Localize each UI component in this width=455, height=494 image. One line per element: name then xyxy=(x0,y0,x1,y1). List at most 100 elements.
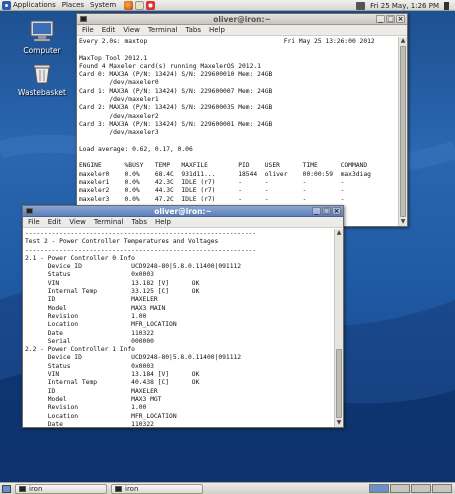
scrollbar-thumb[interactable] xyxy=(400,46,406,217)
terminal-line: ID MAXELER xyxy=(25,387,158,395)
window-titlebar[interactable]: oliver@iron:~ _ □ × xyxy=(77,14,407,25)
terminal-line: maxeler0 0.0% 68.4C 931d11... 18544 oliv… xyxy=(79,170,371,178)
workspace-3[interactable] xyxy=(411,484,431,493)
menu-edit[interactable]: Edit xyxy=(102,26,116,34)
window-titlebar[interactable]: oliver@iron:~ _ □ × xyxy=(23,206,343,217)
window-menubar: File Edit View Terminal Tabs Help xyxy=(23,217,343,228)
terminal-line: Internal Temp 33.125 [C] OK xyxy=(25,288,200,296)
close-button[interactable]: × xyxy=(396,15,405,23)
terminal-line: Model MAX3 MAIN xyxy=(25,304,166,312)
terminal-line: ENGINE %BUSY TEMP MAXFILE PID USER TIME … xyxy=(79,162,368,170)
taskbar-item[interactable]: iron xyxy=(111,483,203,494)
terminal-line: ID MAXELER xyxy=(25,296,158,304)
terminal-icon xyxy=(115,485,122,492)
scroll-up-icon[interactable]: ▲ xyxy=(399,37,407,45)
applications-menu[interactable]: Applications xyxy=(2,0,56,10)
terminal-output[interactable]: ----------------------------------------… xyxy=(23,229,334,427)
scrollbar[interactable]: ▲ ▼ xyxy=(334,229,343,427)
terminal-icon xyxy=(19,485,26,492)
terminal-line: Test 2 - Power Controller Temperatures a… xyxy=(25,238,219,246)
terminal-line: Card 1: MAX3A (P/N: 13424) S/N: 22960000… xyxy=(79,87,273,95)
terminal-line: /dev/maxeler3 xyxy=(79,129,159,137)
terminal-line: Status 0x0003 xyxy=(25,362,154,370)
maximize-button[interactable]: □ xyxy=(386,15,395,23)
applications-menu-label: Applications xyxy=(13,1,56,9)
terminal-line: VIN 13.182 [V] OK xyxy=(25,279,200,287)
terminal-line: Every 2.0s: maxtop Fri May 25 13:26:00 2… xyxy=(79,38,375,45)
firefox-launcher-icon[interactable] xyxy=(124,0,134,10)
terminal-window-diag[interactable]: oliver@iron:~ _ □ × File Edit View Termi… xyxy=(22,205,344,428)
terminal-line: Model MAX3 MGT xyxy=(25,395,162,403)
terminal-line: Serial 000000 xyxy=(25,337,154,345)
terminal-line: Card 0: MAX3A (P/N: 13424) S/N: 22960001… xyxy=(79,71,273,79)
terminal-line: /dev/maxeler2 xyxy=(79,112,159,120)
terminal-line: MaxTop Tool 2012.1 xyxy=(79,54,148,62)
bottom-panel: iron iron xyxy=(0,482,455,494)
terminal-line: 2.2 - Power Controller 1 Info xyxy=(25,346,135,354)
menu-view[interactable]: View xyxy=(123,26,140,34)
workspace-2[interactable] xyxy=(390,484,410,493)
volume-icon[interactable] xyxy=(444,1,452,10)
trash-icon xyxy=(33,64,51,84)
terminal-line: Location MFR_LOCATION xyxy=(25,321,177,329)
places-menu[interactable]: Places xyxy=(62,1,84,9)
menu-help[interactable]: Help xyxy=(209,26,225,34)
menu-tabs[interactable]: Tabs xyxy=(132,218,148,226)
top-panel: Applications Places System Fri 25 May, 1… xyxy=(0,0,455,11)
terminal-line: Revision 1.00 xyxy=(25,312,147,320)
computer-icon xyxy=(30,20,54,42)
terminal-line: /dev/maxeler0 xyxy=(79,79,159,87)
window-title: oliver@iron:~ xyxy=(154,206,212,216)
menu-edit[interactable]: Edit xyxy=(48,218,62,226)
menu-file[interactable]: File xyxy=(82,26,94,34)
evolution-launcher-icon[interactable] xyxy=(135,0,145,10)
show-desktop-icon[interactable] xyxy=(2,484,11,493)
workspace-1[interactable] xyxy=(369,484,389,493)
terminal-line: VIN 13.184 [V] OK xyxy=(25,371,200,379)
system-menu-label: System xyxy=(90,1,117,9)
scroll-down-icon[interactable]: ▼ xyxy=(399,218,407,226)
minimize-button[interactable]: _ xyxy=(376,15,385,23)
desktop-icon-label: Computer xyxy=(23,46,61,55)
menu-terminal[interactable]: Terminal xyxy=(94,218,124,226)
terminal-line: 2.1 - Power Controller 0 Info xyxy=(25,254,135,262)
terminal-line: Status 0x0003 xyxy=(25,271,154,279)
terminal-line: ----------------------------------------… xyxy=(25,246,257,254)
terminal-output[interactable]: Every 2.0s: maxtop Fri May 25 13:26:00 2… xyxy=(77,37,398,226)
scroll-up-icon[interactable]: ▲ xyxy=(335,229,343,237)
terminal-line: maxeler2 0.0% 44.3C IDLE (r7) - - - - xyxy=(79,187,345,195)
terminal-line: maxeler1 0.0% 42.3C IDLE (r7) - - - - xyxy=(79,179,345,187)
system-menu[interactable]: System xyxy=(90,1,116,9)
gnome-foot-icon xyxy=(2,0,11,10)
network-status-icon[interactable] xyxy=(356,1,366,10)
menu-tabs[interactable]: Tabs xyxy=(186,26,202,34)
scrollbar-thumb[interactable] xyxy=(336,349,342,418)
workspace-4[interactable] xyxy=(432,484,452,493)
scroll-down-icon[interactable]: ▼ xyxy=(335,419,343,427)
menu-view[interactable]: View xyxy=(69,218,86,226)
terminal-line: Load average: 0.62, 0.17, 0.06 xyxy=(79,145,193,153)
desktop-icon-computer[interactable]: Computer xyxy=(12,20,72,55)
desktop-icon-wastebasket[interactable]: Wastebasket xyxy=(12,62,72,97)
terminal-window-maxtop[interactable]: oliver@iron:~ _ □ × File Edit View Termi… xyxy=(76,13,408,227)
terminal-line: Date 110322 xyxy=(25,329,154,337)
help-launcher-icon[interactable] xyxy=(146,0,156,10)
window-title: oliver@iron:~ xyxy=(213,14,271,24)
terminal-line: Card 3: MAX3A (P/N: 13424) S/N: 22960000… xyxy=(79,120,273,128)
menu-file[interactable]: File xyxy=(28,218,40,226)
taskbar-item-label: iron xyxy=(125,484,139,493)
scrollbar[interactable]: ▲ ▼ xyxy=(398,37,407,226)
minimize-button[interactable]: _ xyxy=(312,207,321,215)
menu-terminal[interactable]: Terminal xyxy=(148,26,178,34)
places-menu-label: Places xyxy=(61,1,85,9)
panel-clock[interactable]: Fri 25 May, 1:26 PM xyxy=(370,2,439,10)
taskbar-item[interactable]: iron xyxy=(15,483,107,494)
close-button[interactable]: × xyxy=(332,207,341,215)
terminal-icon xyxy=(80,16,87,22)
terminal-line: Internal Temp 40.438 [C] OK xyxy=(25,379,200,387)
menu-help[interactable]: Help xyxy=(155,218,171,226)
maximize-button[interactable]: □ xyxy=(322,207,331,215)
terminal-icon xyxy=(26,208,33,214)
